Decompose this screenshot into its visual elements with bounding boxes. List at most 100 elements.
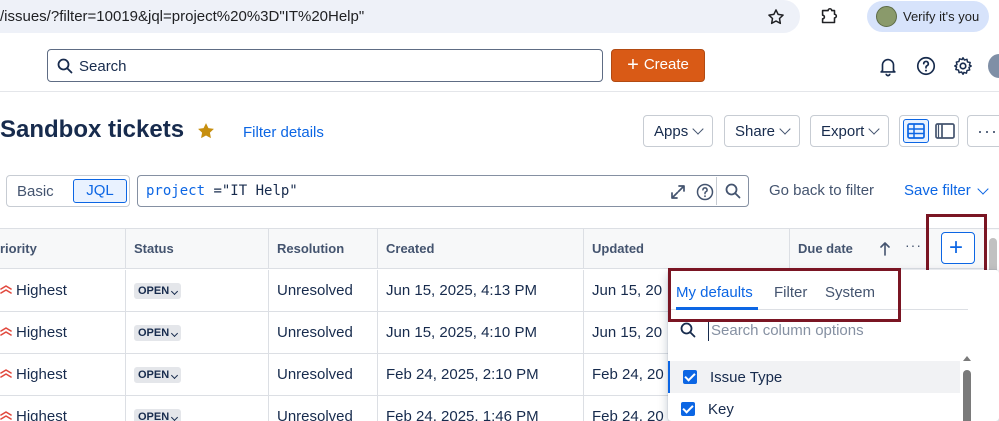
column-header-resolution[interactable]: Resolution	[269, 229, 378, 269]
chevron-down-icon	[779, 123, 791, 135]
priority-cell: Highest	[0, 396, 126, 421]
extensions-puzzle-icon[interactable]	[818, 6, 840, 28]
chevron-down-icon	[171, 413, 179, 421]
column-header-created[interactable]: Created	[378, 229, 584, 269]
annotation-highlight-add-column	[926, 214, 987, 275]
column-option-issue-type[interactable]: Issue Type	[668, 361, 960, 393]
priority-value: Highest	[16, 282, 67, 299]
column-search-input[interactable]	[708, 319, 958, 341]
verify-identity-button[interactable]: Verify it's you	[867, 1, 989, 32]
resolution-cell: Unresolved	[269, 270, 378, 312]
priority-cell: Highest	[0, 270, 126, 312]
sort-ascending-icon[interactable]	[878, 241, 892, 257]
status-value: OPEN	[138, 369, 170, 381]
profile-avatar	[876, 6, 897, 27]
detail-view-icon[interactable]	[933, 119, 957, 143]
status-dropdown[interactable]: OPEN	[134, 325, 182, 341]
column-option-key[interactable]: Key	[668, 393, 960, 421]
search-icon	[57, 58, 73, 74]
dropdown-scrollbar[interactable]	[961, 354, 973, 421]
global-search[interactable]	[47, 49, 603, 82]
column-header-priority[interactable]: riority	[0, 229, 126, 269]
created-cell: Jun 15, 2025, 4:10 PM	[378, 312, 584, 354]
status-cell: OPEN	[126, 270, 269, 312]
share-dropdown-button[interactable]: Share	[724, 115, 801, 147]
list-view-button[interactable]	[903, 119, 929, 143]
list-view-icon	[907, 123, 925, 139]
chevron-down-icon	[171, 329, 179, 338]
chevron-down-icon	[692, 123, 704, 135]
verify-label: Verify it's you	[903, 9, 980, 24]
save-filter-label: Save filter	[904, 182, 971, 199]
priority-value: Highest	[16, 324, 67, 341]
column-more-icon[interactable]: ···	[905, 237, 922, 253]
scroll-up-arrow-icon[interactable]	[963, 356, 971, 361]
help-icon[interactable]	[915, 55, 937, 77]
table-header: riority Status Resolution Created Update…	[0, 229, 999, 269]
column-header-status[interactable]: Status	[126, 229, 269, 269]
status-dropdown[interactable]: OPEN	[134, 409, 182, 421]
go-back-to-filter-button[interactable]: Go back to filter	[769, 182, 874, 199]
status-dropdown[interactable]: OPEN	[134, 283, 182, 299]
export-label: Export	[821, 122, 865, 140]
url-text[interactable]: /issues/?filter=10019&jql=project%20%3D"…	[0, 8, 364, 25]
created-cell: Feb 24, 2025, 1:46 PM	[378, 396, 584, 421]
basic-mode-button[interactable]: Basic	[17, 183, 54, 200]
view-switcher	[899, 115, 959, 147]
jql-search-button[interactable]	[716, 177, 748, 205]
annotation-highlight-tabs	[668, 268, 901, 322]
browser-bar: /issues/?filter=10019&jql=project%20%3D"…	[0, 0, 999, 36]
created-cell: Feb 24, 2025, 2:10 PM	[378, 354, 584, 396]
jql-help-icon[interactable]	[695, 182, 715, 202]
filter-details-link[interactable]: Filter details	[243, 124, 324, 141]
share-label: Share	[735, 122, 776, 140]
status-cell: OPEN	[126, 354, 269, 396]
favorite-star-icon[interactable]	[196, 121, 216, 141]
jql-value: "IT Help"	[221, 183, 298, 199]
search-icon	[725, 183, 741, 199]
jql-query[interactable]: project ="IT Help"	[146, 183, 298, 199]
priority-highest-icon	[0, 327, 12, 336]
chevron-down-icon	[868, 123, 881, 135]
scrollbar-thumb[interactable]	[963, 370, 971, 421]
chevron-down-icon	[171, 371, 179, 380]
ellipsis-icon: ···	[977, 120, 998, 141]
chevron-down-icon	[977, 182, 989, 195]
plus-icon: +	[627, 54, 639, 76]
status-cell: OPEN	[126, 312, 269, 354]
status-cell: OPEN	[126, 396, 269, 421]
column-option-label: Key	[708, 400, 734, 418]
jql-field: project	[146, 183, 206, 199]
address-bar[interactable]: /issues/?filter=10019&jql=project%20%3D"…	[0, 0, 800, 33]
priority-highest-icon	[0, 285, 12, 294]
create-button[interactable]: + Create	[611, 49, 705, 82]
search-input[interactable]	[79, 55, 579, 77]
column-header-updated[interactable]: Updated	[584, 229, 790, 269]
status-dropdown[interactable]: OPEN	[134, 367, 182, 383]
jql-mode-button[interactable]: JQL	[73, 179, 127, 203]
resolution-cell: Unresolved	[269, 312, 378, 354]
priority-cell: Highest	[0, 354, 126, 396]
column-option-label: Issue Type	[710, 368, 783, 386]
search-mode-toggle: Basic JQL	[6, 175, 130, 207]
more-actions-button[interactable]: ···	[967, 115, 999, 147]
apps-label: Apps	[654, 122, 689, 140]
user-avatar[interactable]	[988, 54, 999, 78]
save-filter-button[interactable]: Save filter	[904, 182, 989, 199]
priority-highest-icon	[0, 411, 12, 420]
created-cell: Jun 15, 2025, 4:13 PM	[378, 270, 584, 312]
expand-icon[interactable]	[668, 182, 688, 202]
export-dropdown-button[interactable]: Export	[810, 115, 890, 147]
apps-dropdown-button[interactable]: Apps	[643, 115, 714, 147]
resolution-cell: Unresolved	[269, 354, 378, 396]
checkbox-checked[interactable]	[681, 402, 695, 416]
notifications-bell-icon[interactable]	[877, 55, 899, 77]
chevron-down-icon	[171, 287, 179, 296]
jql-editor[interactable]: project ="IT Help"	[137, 175, 749, 207]
settings-gear-icon[interactable]	[952, 55, 974, 77]
priority-cell: Highest	[0, 312, 126, 354]
bookmark-star-icon[interactable]	[766, 7, 786, 27]
priority-value: Highest	[16, 408, 67, 421]
priority-highest-icon	[0, 369, 12, 378]
checkbox-checked[interactable]	[683, 370, 697, 384]
